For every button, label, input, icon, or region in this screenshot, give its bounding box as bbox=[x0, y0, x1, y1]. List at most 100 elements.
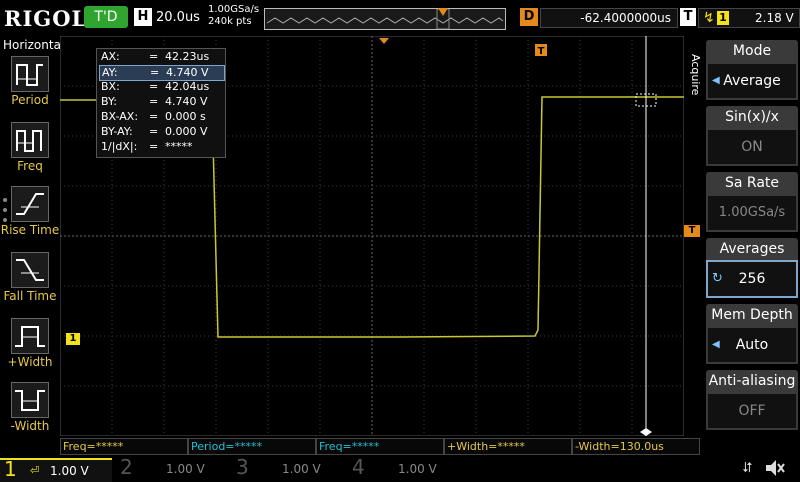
acquire-menu: Mode ◀ Average Sin(x)/x ON Sa Rate 1.00G… bbox=[704, 36, 800, 436]
rising-edge-icon: ↯ bbox=[703, 10, 715, 26]
ch4-scale: 1.00 V bbox=[398, 462, 437, 476]
cursor-eq: = bbox=[149, 125, 159, 138]
cursor-name: BX-AX: bbox=[101, 110, 139, 123]
memory-waveform bbox=[266, 8, 504, 30]
memory-points: 240k pts bbox=[208, 16, 252, 27]
cursor-value: 0.000 V bbox=[165, 125, 208, 138]
timebase-value[interactable]: 20.0us bbox=[156, 10, 200, 25]
cursor-value: ***** bbox=[165, 140, 193, 153]
cursor-readout-table: AX: = 42.23us AY: = 4.740 V BX: = 42.04u… bbox=[96, 48, 226, 158]
measure-label: Fall Time bbox=[3, 289, 57, 303]
measure-positive-width[interactable]: +Width bbox=[8, 318, 52, 369]
acquire-side-label: Acquire bbox=[688, 54, 702, 118]
panel-title: Horizontal bbox=[3, 38, 65, 52]
menu-value-text: Average bbox=[723, 73, 781, 89]
measure-period[interactable]: Period bbox=[10, 56, 50, 107]
measurement-item[interactable]: Freq=***** bbox=[316, 438, 444, 455]
rotate-knob-icon: ↻ bbox=[712, 271, 723, 286]
trigger-level: 2.18 V bbox=[755, 11, 794, 25]
ch4-status[interactable]: 4 1.00 V bbox=[348, 455, 460, 480]
positive-width-icon bbox=[11, 318, 49, 354]
measurement-item[interactable]: Period=***** bbox=[188, 438, 316, 455]
brand-logo: RIGOL bbox=[4, 6, 88, 31]
cursor-name: AX: bbox=[101, 50, 120, 63]
cursor-eq: = bbox=[149, 95, 159, 108]
negative-width-icon bbox=[11, 382, 49, 418]
measurement-item[interactable]: -Width=130.0us bbox=[572, 438, 700, 455]
cursor-value: 0.000 s bbox=[165, 110, 206, 123]
measure-label: Period bbox=[11, 93, 49, 107]
cursor-row-ax[interactable]: AX: = 42.23us bbox=[99, 50, 223, 64]
menu-antialias-value[interactable]: OFF bbox=[706, 392, 798, 430]
measure-rise-time[interactable]: Rise Time bbox=[1, 186, 59, 237]
ch1-offset-marker[interactable]: 1 bbox=[66, 333, 80, 345]
measure-label: +Width bbox=[7, 355, 53, 369]
measure-fall-time[interactable]: Fall Time bbox=[3, 252, 57, 303]
ch3-number: 3 bbox=[236, 455, 249, 479]
cursor-value: 4.740 V bbox=[165, 95, 208, 108]
ch4-number: 4 bbox=[352, 455, 365, 479]
menu-averages-value[interactable]: ↻ 256 bbox=[706, 260, 798, 298]
measure-panel: Horizontal Period Freq Rise Time Fall Ti… bbox=[0, 36, 65, 456]
ch3-status[interactable]: 3 1.00 V bbox=[232, 455, 344, 480]
sample-info: 1.00GSa/s 240k pts bbox=[208, 4, 259, 28]
ch1-status[interactable]: 1 ⏎ 1.00 V bbox=[0, 458, 112, 482]
channel-bar: 1 ⏎ 1.00 V 2 1.00 V 3 1.00 V 4 1.00 V ⮃ bbox=[0, 455, 800, 482]
ch3-scale: 1.00 V bbox=[282, 462, 321, 476]
cursor-eq: = bbox=[149, 80, 159, 93]
measure-freq[interactable]: Freq bbox=[10, 122, 50, 173]
trigger-label: T bbox=[680, 8, 696, 26]
trigger-info[interactable]: ↯ 1 2.18 V bbox=[698, 8, 800, 28]
cursor-row-ay[interactable]: AY: = 4.740 V bbox=[99, 65, 225, 81]
cursor-eq: = bbox=[149, 50, 159, 63]
cursor-row-bx[interactable]: BX: = 42.04us bbox=[99, 80, 223, 94]
menu-sinx-value[interactable]: ON bbox=[706, 128, 798, 166]
ch2-scale: 1.00 V bbox=[166, 462, 205, 476]
ch1-number: 1 bbox=[4, 457, 17, 481]
cursor-value: 42.23us bbox=[165, 50, 210, 63]
menu-sarate-value[interactable]: 1.00GSa/s bbox=[706, 194, 798, 232]
menu-sarate-title[interactable]: Sa Rate bbox=[706, 172, 798, 194]
menu-mode-value[interactable]: ◀ Average bbox=[706, 62, 798, 100]
cursor-row-bx-ax: BX-AX: = 0.000 s bbox=[99, 110, 223, 124]
left-arrow-icon: ◀ bbox=[712, 75, 720, 86]
menu-averages-title[interactable]: Averages bbox=[706, 238, 798, 260]
top-status-bar: RIGOL T'D H 20.0us 1.00GSa/s 240k pts D … bbox=[0, 0, 800, 36]
ch2-number: 2 bbox=[120, 455, 133, 479]
cursor-row-by[interactable]: BY: = 4.740 V bbox=[99, 95, 223, 109]
cursor-name: BY: bbox=[101, 95, 117, 108]
cursor-row-by-ay: BY-AY: = 0.000 V bbox=[99, 125, 223, 139]
svg-text:T: T bbox=[538, 46, 545, 57]
measure-negative-width[interactable]: -Width bbox=[10, 382, 50, 433]
menu-antialias-title[interactable]: Anti-aliasing bbox=[706, 370, 798, 392]
measure-label: -Width bbox=[10, 419, 50, 433]
ch2-status[interactable]: 2 1.00 V bbox=[116, 455, 228, 480]
cursor-name: BY-AY: bbox=[101, 125, 133, 138]
menu-memdepth-value[interactable]: ◀ Auto bbox=[706, 326, 798, 364]
cursor-eq: = bbox=[149, 140, 159, 153]
cursor-name: BX: bbox=[101, 80, 120, 93]
cursor-name: AY: bbox=[102, 66, 118, 79]
memory-overview-bar bbox=[264, 8, 506, 30]
ch1-scale: 1.00 V bbox=[50, 464, 89, 478]
measure-label: Freq bbox=[17, 159, 43, 173]
menu-memdepth-title[interactable]: Mem Depth bbox=[706, 304, 798, 326]
trigger-level-marker[interactable]: T bbox=[684, 225, 700, 237]
menu-mode-title[interactable]: Mode bbox=[706, 40, 798, 62]
period-icon bbox=[11, 56, 49, 92]
measurement-item[interactable]: Freq=***** bbox=[60, 438, 188, 455]
sample-rate: 1.00GSa/s bbox=[208, 4, 260, 15]
run-state-badge[interactable]: T'D bbox=[84, 6, 128, 28]
measure-label: Rise Time bbox=[0, 223, 60, 237]
delay-value[interactable]: -62.4000000us bbox=[540, 8, 678, 28]
speaker-mute-icon[interactable] bbox=[764, 458, 786, 481]
horizontal-label: H bbox=[134, 8, 152, 26]
cursor-row-inv-dx: 1/|dX|: = ***** bbox=[99, 140, 223, 154]
delay-label: D bbox=[520, 8, 538, 26]
menu-sinx-title[interactable]: Sin(x)/x bbox=[706, 106, 798, 128]
rise-time-icon bbox=[11, 186, 49, 222]
acquire-text: Acquire bbox=[689, 54, 702, 96]
cursor-eq: = bbox=[150, 66, 160, 79]
measurement-item[interactable]: +Width=***** bbox=[444, 438, 572, 455]
memory-trigger-marker bbox=[437, 7, 449, 21]
